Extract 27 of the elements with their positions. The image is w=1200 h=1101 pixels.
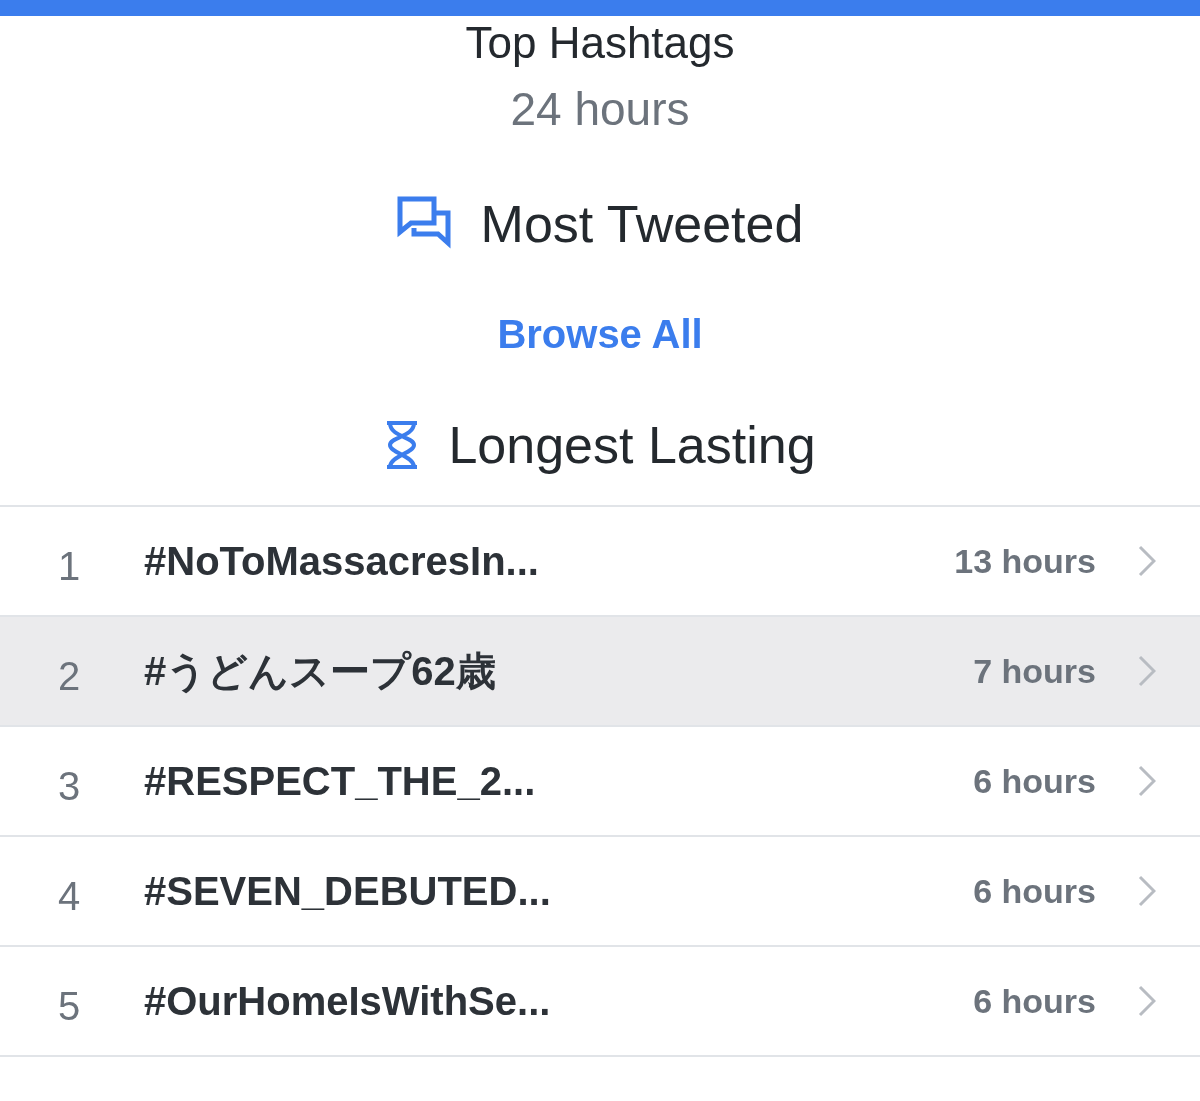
section-title: Longest Lasting <box>448 415 816 475</box>
chat-bubbles-icon <box>396 196 453 252</box>
time-period: 24 hours <box>509 82 691 136</box>
browse-all-link[interactable]: Browse All <box>497 312 703 357</box>
duration: 6 hours <box>973 871 1096 911</box>
chevron-right-icon <box>1138 985 1156 1017</box>
rank-number: 4 <box>58 872 82 919</box>
hashtag: #SEVEN_DEBUTED... <box>144 868 552 914</box>
duration: 6 hours <box>973 761 1096 801</box>
chevron-right-icon <box>1138 545 1156 577</box>
hashtag: #NoToMassacresIn... <box>144 538 540 584</box>
rank-number: 2 <box>58 652 82 699</box>
chevron-right-icon <box>1138 875 1156 907</box>
hashtag-row[interactable]: 2 #うどんスープ62歳 7 hours <box>0 617 1200 727</box>
rank-number: 1 <box>58 542 82 589</box>
hashtag: #OurHomeIsWithSe... <box>144 978 552 1024</box>
duration: 13 hours <box>954 541 1096 581</box>
page-title: Top Hashtags <box>464 18 736 68</box>
rank-number: 5 <box>58 982 82 1029</box>
chevron-right-icon <box>1138 655 1156 687</box>
duration: 7 hours <box>973 651 1096 691</box>
hashtag: #うどんスープ62歳 <box>144 647 497 695</box>
section-title: Most Tweeted <box>480 194 804 254</box>
rank-number: 3 <box>58 762 82 809</box>
chevron-right-icon <box>1138 765 1156 797</box>
duration: 6 hours <box>973 981 1096 1021</box>
hashtag: #RESPECT_THE_2... <box>144 758 537 804</box>
